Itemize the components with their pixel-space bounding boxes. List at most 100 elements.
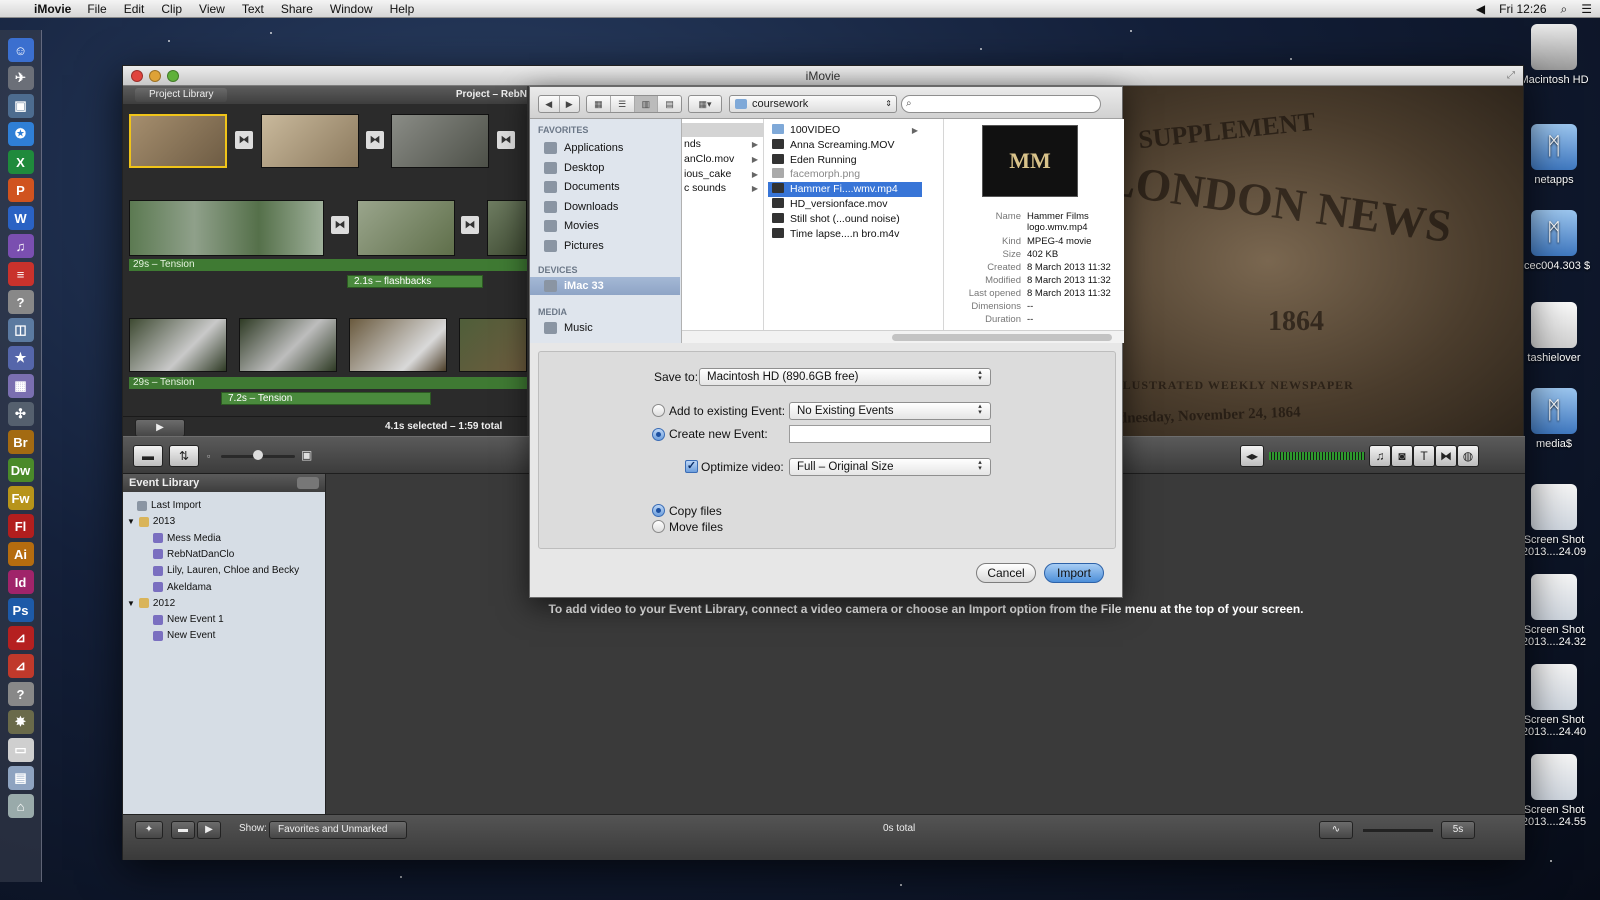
app-menu[interactable]: iMovie xyxy=(34,2,71,16)
file-row[interactable]: Anna Screaming.MOV xyxy=(768,138,922,153)
cancel-button[interactable]: Cancel xyxy=(976,563,1036,583)
music-clip-tag[interactable]: 2.1s – flashbacks xyxy=(347,275,483,288)
pictures-icon[interactable]: ▦ xyxy=(7,374,34,398)
minimize-button[interactable] xyxy=(149,70,161,82)
play-project-button[interactable]: ▶ xyxy=(135,419,185,437)
play-icon[interactable]: ▶ xyxy=(197,821,221,839)
file-row[interactable]: HD_versionface.mov xyxy=(768,197,922,212)
network-icon[interactable]: ✣ xyxy=(7,402,34,426)
desktop-item[interactable]: Macintosh HD xyxy=(1514,24,1594,86)
transition-icon[interactable]: ⧓ xyxy=(461,216,479,234)
event-item[interactable]: Last Import xyxy=(137,500,201,511)
transition-icon[interactable]: ⧓ xyxy=(235,131,253,149)
menu-window[interactable]: Window xyxy=(330,2,373,16)
illustrator-icon[interactable]: Ai xyxy=(7,542,34,566)
video-viewer[interactable]: SUPPLEMENT LONDON NEWS 1864 ILLUSTRATED … xyxy=(1098,86,1523,436)
save-to-popup[interactable]: Macintosh HD (890.6GB free) xyxy=(699,368,991,386)
fireworks-icon[interactable]: Fw xyxy=(7,486,34,510)
transition-icon[interactable]: ⧓ xyxy=(331,216,349,234)
desktop-item[interactable]: Screen Shot 2013....24.40 xyxy=(1514,664,1594,738)
forward-arrow-icon[interactable]: ▶ xyxy=(560,96,580,112)
sidebar-item-documents[interactable]: Documents xyxy=(530,178,680,196)
desktop-item[interactable]: tashielover xyxy=(1514,302,1594,364)
music-clip-tag[interactable]: 7.2s – Tension xyxy=(221,392,431,405)
scroll-knob[interactable] xyxy=(892,334,1112,341)
help-icon[interactable]: ? xyxy=(7,290,34,314)
file-row[interactable]: 100VIDEO ▶ xyxy=(768,123,922,138)
move-files-radio[interactable] xyxy=(652,520,665,533)
clip-thumbnail[interactable] xyxy=(349,318,447,372)
back-forward-control[interactable]: ◀ ▶ xyxy=(538,95,580,113)
event-year-folder[interactable]: ▼ 2012 xyxy=(127,598,175,609)
create-new-radio[interactable] xyxy=(652,428,665,441)
clip-thumbnail[interactable] xyxy=(487,200,527,256)
file-row[interactable]: Eden Running xyxy=(768,153,922,168)
sidebar-item-movies[interactable]: Movies xyxy=(530,217,680,235)
stacks-icon[interactable]: ≡ xyxy=(7,262,34,286)
utility-icon[interactable]: ✸ xyxy=(7,710,34,734)
menu-text[interactable]: Text xyxy=(242,2,264,16)
desktop-item[interactable]: Screen Shot 2013....24.09 xyxy=(1514,484,1594,558)
clip-thumbnail[interactable] xyxy=(129,114,227,168)
copy-files-radio[interactable] xyxy=(652,504,665,517)
rocket-icon[interactable]: ✈ xyxy=(7,66,34,90)
file-row[interactable]: Still shot (...ound noise) xyxy=(768,212,922,227)
menu-clip[interactable]: Clip xyxy=(161,2,182,16)
desktop-item[interactable]: ᛗ netapps xyxy=(1514,124,1594,186)
add-existing-radio[interactable] xyxy=(652,404,665,417)
duration-slider[interactable] xyxy=(1363,829,1433,832)
clip-audio-bar[interactable]: 29s – Tension xyxy=(129,377,527,389)
optimize-popup[interactable]: Full – Original Size xyxy=(789,458,991,476)
dreamweaver-icon[interactable]: Dw xyxy=(7,458,34,482)
event-item[interactable]: Mess Media xyxy=(153,533,221,544)
transition-icon[interactable]: ⧓ xyxy=(497,131,515,149)
pdf-icon[interactable]: ⊿ xyxy=(7,654,34,678)
show-filter-popup[interactable]: Favorites and Unmarked xyxy=(269,821,407,839)
column-item[interactable]: ious_cake ▶ xyxy=(684,167,762,182)
notification-list-icon[interactable]: ☰ xyxy=(1581,2,1592,16)
icon-view-icon[interactable]: ▦ xyxy=(587,96,611,112)
arrange-icon[interactable]: ▦▾ xyxy=(689,96,721,112)
window-titlebar[interactable]: iMovie ⤢ xyxy=(123,66,1523,86)
event-year-folder[interactable]: ▼ 2013 xyxy=(127,516,175,527)
indesign-icon[interactable]: Id xyxy=(7,570,34,594)
column-item[interactable]: c sounds ▶ xyxy=(684,181,762,196)
desktop-item[interactable]: ᛗ acec004.303 $ xyxy=(1514,210,1594,272)
sidebar-item-desktop[interactable]: Desktop xyxy=(530,159,680,177)
photo-browser-icon[interactable]: ▣ xyxy=(7,94,34,118)
slider-knob[interactable] xyxy=(253,450,263,460)
itunes-icon[interactable]: ♫ xyxy=(7,234,34,258)
clock[interactable]: Fri 12:26 xyxy=(1499,2,1546,16)
back-arrow-icon[interactable]: ◀ xyxy=(539,96,560,112)
event-item[interactable]: RebNatDanClo xyxy=(153,549,234,560)
project-library-button[interactable]: Project Library xyxy=(135,88,228,102)
transition-icon[interactable]: ⧓ xyxy=(366,131,384,149)
sidebar-item-applications[interactable]: Applications xyxy=(530,139,680,157)
clip-thumbnail[interactable] xyxy=(239,318,337,372)
flash-icon[interactable]: Fl xyxy=(7,514,34,538)
clip-thumbnail[interactable] xyxy=(261,114,359,168)
zoom-button[interactable] xyxy=(167,70,179,82)
search-field[interactable]: ⌕ xyxy=(901,95,1101,113)
screenshot-icon[interactable]: ▤ xyxy=(7,766,34,790)
desktop-item[interactable]: Screen Shot 2013....24.55 xyxy=(1514,754,1594,828)
view-mode-control[interactable]: ▦ ☰ ▥ ▤ xyxy=(586,95,682,113)
camera-import-icon[interactable]: ▬ xyxy=(133,445,163,467)
spotlight-icon[interactable]: ⌕ xyxy=(1561,2,1568,17)
map-icon[interactable]: ◍ xyxy=(1457,445,1479,467)
menu-view[interactable]: View xyxy=(199,2,225,16)
music-icon[interactable]: ♫ xyxy=(1369,445,1391,467)
powerpoint-icon[interactable]: P xyxy=(7,178,34,202)
clip-thumbnail[interactable] xyxy=(129,200,324,256)
waveform-icon[interactable]: ∿ xyxy=(1319,821,1353,839)
trash-icon[interactable]: ⌂ xyxy=(7,794,34,818)
document-icon[interactable]: ▭ xyxy=(7,738,34,762)
column-item[interactable]: nds ▶ xyxy=(684,137,762,152)
audio-adjust-icon[interactable]: ◂▸ xyxy=(1240,445,1264,467)
event-item[interactable]: New Event xyxy=(153,630,215,641)
photoshop-icon[interactable]: Ps xyxy=(7,598,34,622)
safari-icon[interactable]: ✪ xyxy=(7,122,34,146)
title-icon[interactable]: T xyxy=(1413,445,1435,467)
swap-events-icon[interactable]: ⇅ xyxy=(169,445,199,467)
path-popup[interactable]: coursework ⇕ xyxy=(729,95,897,113)
